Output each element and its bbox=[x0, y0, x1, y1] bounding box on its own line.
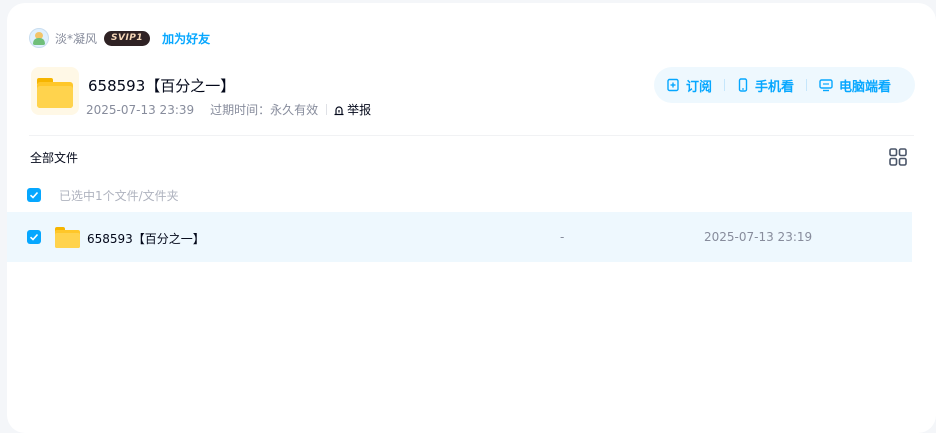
select-all-row: 已选中1个文件/文件夹 bbox=[27, 187, 179, 203]
add-friend-link[interactable]: 加为好友 bbox=[162, 30, 210, 47]
desktop-view-button[interactable]: 电脑端看 bbox=[819, 76, 891, 95]
report-button[interactable]: 举报 bbox=[333, 101, 371, 118]
desktop-view-label: 电脑端看 bbox=[839, 79, 892, 95]
subscribe-label: 订阅 bbox=[686, 79, 713, 95]
file-name[interactable]: 658593【百分之一】 bbox=[87, 230, 205, 247]
divider bbox=[806, 79, 808, 91]
sharer-info: 淡*凝风 SVIP1 加为好友 bbox=[29, 27, 210, 49]
share-page-card: 淡*凝风 SVIP1 加为好友 658593【百分之一】 2025-07-13 … bbox=[7, 3, 936, 433]
svip-badge: SVIP1 bbox=[104, 30, 151, 46]
share-meta: 2025-07-13 23:39 过期时间： 永久有效 举报 bbox=[86, 101, 371, 118]
subscribe-button[interactable]: 订阅 bbox=[666, 76, 712, 95]
folder-icon bbox=[31, 67, 79, 115]
expiry-label: 过期时间： bbox=[210, 103, 271, 117]
alarm-icon bbox=[334, 105, 344, 115]
sharer-name[interactable]: 淡*凝风 bbox=[55, 30, 97, 47]
checkmark-icon bbox=[29, 233, 39, 241]
share-title: 658593【百分之一】 bbox=[88, 77, 236, 95]
breadcrumb[interactable]: 全部文件 bbox=[30, 149, 78, 166]
selection-count: 已选中1个文件/文件夹 bbox=[59, 188, 179, 203]
bookmark-plus-icon bbox=[667, 78, 679, 92]
select-all-checkbox[interactable] bbox=[27, 188, 41, 202]
row-checkbox[interactable] bbox=[27, 230, 41, 244]
share-created-time: 2025-07-13 23:39 bbox=[86, 102, 195, 117]
file-size: - bbox=[560, 230, 565, 244]
avatar[interactable] bbox=[29, 28, 49, 48]
checkmark-icon bbox=[29, 191, 39, 199]
divider bbox=[326, 104, 328, 115]
view-actions: 订阅 手机看 电脑端看 bbox=[654, 67, 915, 103]
divider bbox=[724, 79, 726, 91]
table-row[interactable]: 658593【百分之一】 - 2025-07-13 23:19 bbox=[7, 212, 912, 262]
folder-icon bbox=[55, 227, 80, 248]
monitor-icon bbox=[819, 79, 833, 92]
report-label: 举报 bbox=[347, 103, 372, 117]
mobile-view-label: 手机看 bbox=[755, 79, 795, 95]
file-modified-time: 2025-07-13 23:19 bbox=[704, 230, 813, 244]
mobile-view-button[interactable]: 手机看 bbox=[737, 76, 794, 95]
expiry-value: 永久有效 bbox=[270, 103, 319, 117]
header-divider bbox=[29, 135, 914, 136]
phone-icon bbox=[738, 78, 748, 92]
grid-view-icon[interactable] bbox=[889, 148, 907, 166]
